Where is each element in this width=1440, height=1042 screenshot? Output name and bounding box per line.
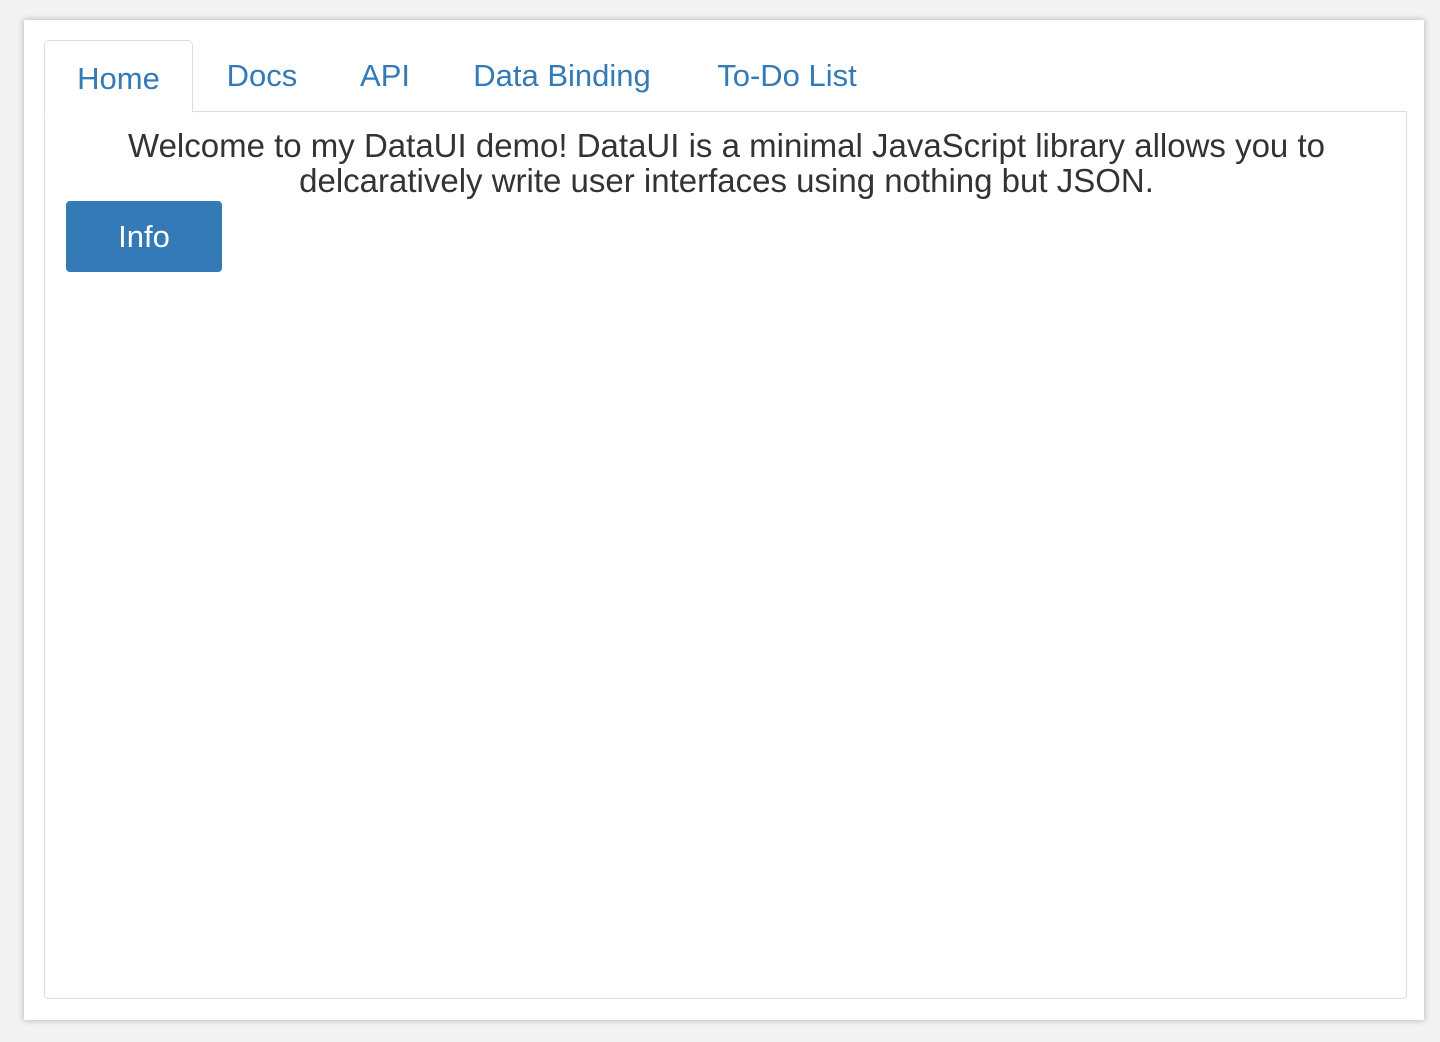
- info-button[interactable]: Info: [66, 201, 222, 272]
- tab-home[interactable]: Home: [44, 40, 193, 113]
- welcome-message: Welcome to my DataUI demo! DataUI is a m…: [128, 127, 1325, 199]
- home-tab-panel: Welcome to my DataUI demo! DataUI is a m…: [44, 111, 1407, 999]
- tab-to-do-list[interactable]: To-Do List: [692, 40, 882, 112]
- tab-api[interactable]: API: [341, 40, 429, 112]
- tab-bar: Home Docs API Data Binding To-Do List: [44, 40, 1406, 113]
- tab-data-binding[interactable]: Data Binding: [449, 40, 675, 112]
- app-container: Home Docs API Data Binding To-Do List We…: [24, 20, 1424, 1020]
- tab-docs[interactable]: Docs: [203, 40, 321, 112]
